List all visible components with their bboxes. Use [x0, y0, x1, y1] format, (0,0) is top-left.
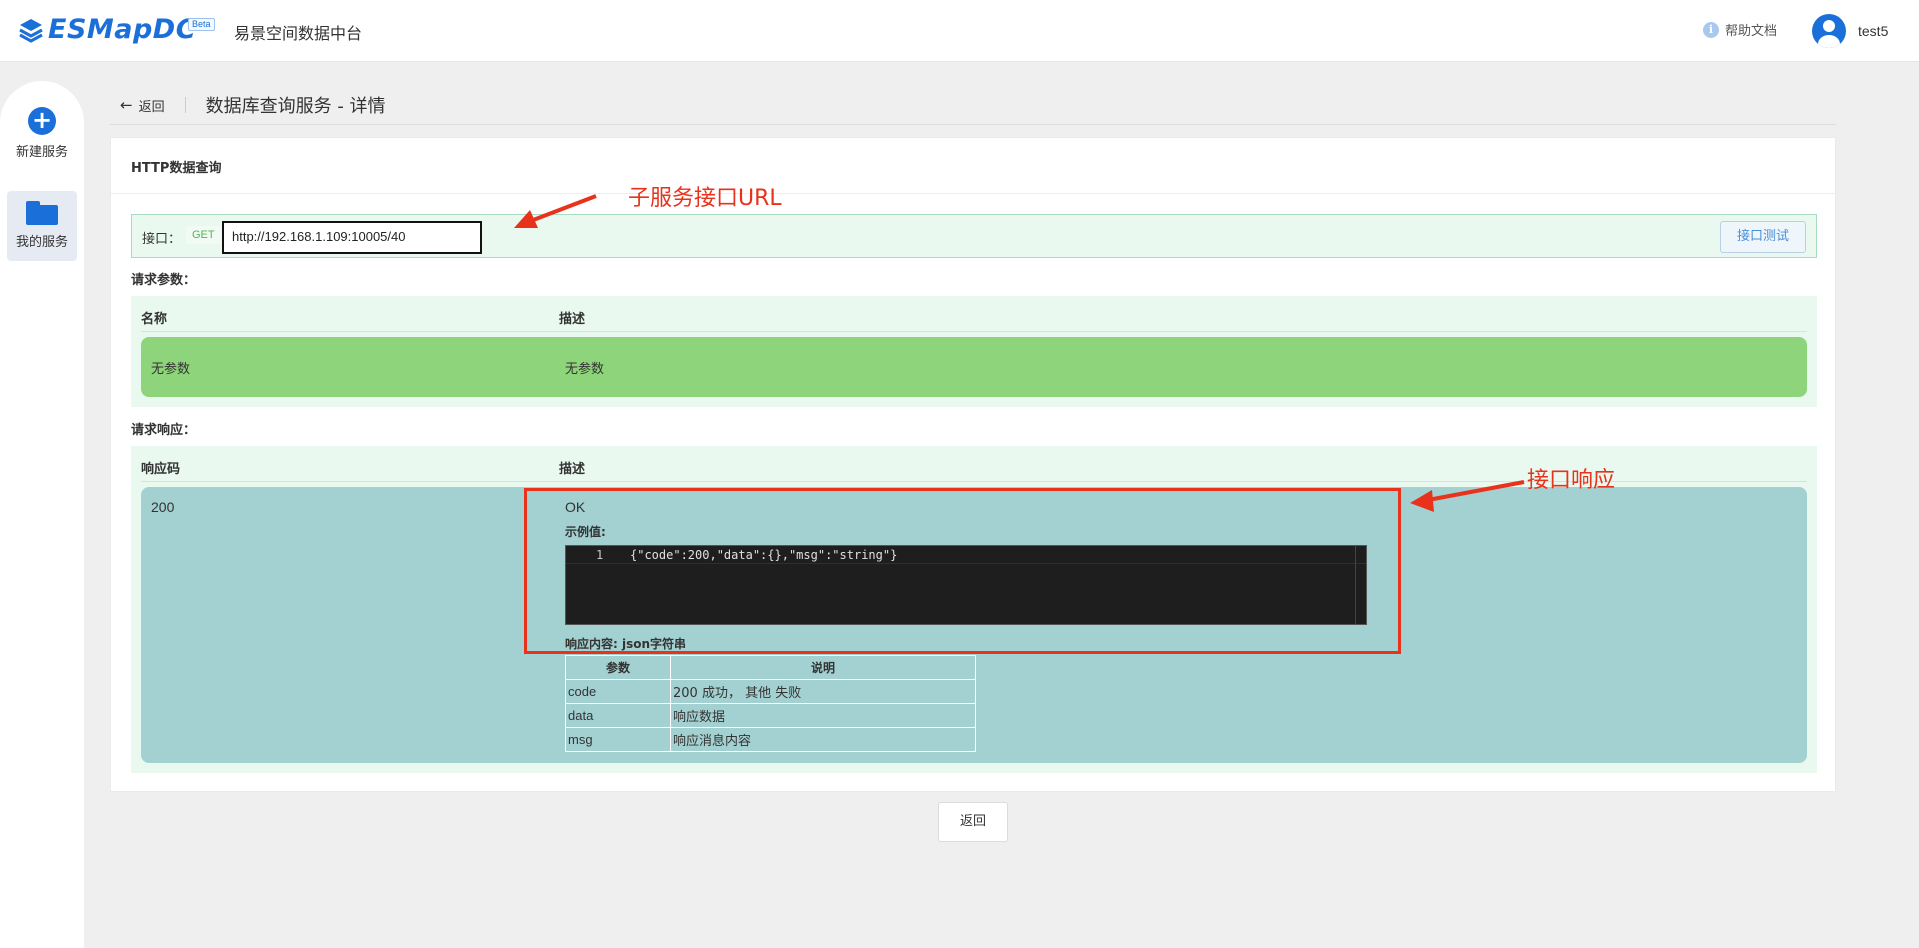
annotation-arrows: [514, 194, 1525, 512]
arrow-icon: [514, 194, 597, 228]
arrow-icon: [1410, 480, 1525, 512]
